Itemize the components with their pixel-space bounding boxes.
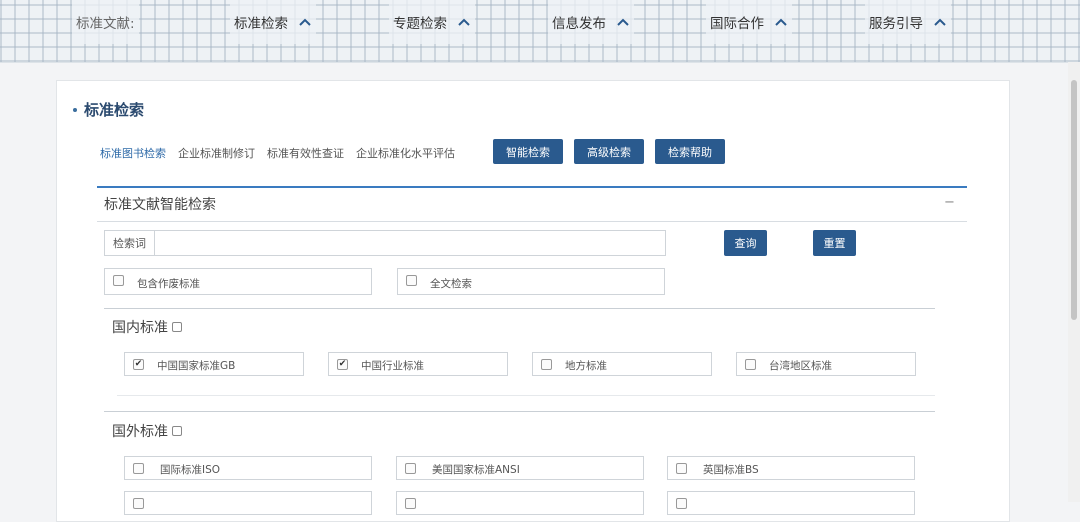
reset-button[interactable]: 重置	[813, 230, 856, 256]
option-iso[interactable]: 国际标准ISO	[124, 456, 372, 480]
option-cn-industry[interactable]: ✔ 中国行业标准	[328, 352, 508, 376]
chevron-up-icon	[775, 18, 787, 26]
option-row-partial[interactable]	[667, 491, 915, 515]
nav-item-label: 标准检索	[234, 16, 288, 32]
full-text-option[interactable]: 全文检索	[397, 268, 665, 295]
checkbox-checked[interactable]: ✔	[337, 359, 348, 370]
keyword-label: 检索词	[105, 231, 155, 255]
chevron-up-icon	[458, 18, 470, 26]
option-row-partial[interactable]	[124, 491, 372, 515]
divider	[97, 221, 967, 222]
option-row-partial[interactable]	[396, 491, 644, 515]
option-ansi[interactable]: 美国国家标准ANSI	[396, 456, 644, 480]
checkbox[interactable]	[113, 275, 124, 286]
bullet-icon	[73, 107, 77, 112]
nav-item-label: 信息发布	[552, 16, 606, 32]
keyword-input[interactable]	[159, 231, 663, 257]
foreign-standards-group: 国外标准	[112, 421, 182, 441]
checkbox[interactable]	[133, 463, 144, 474]
option-label: 英国标准BS	[703, 464, 759, 476]
option-label: 台湾地区标准	[769, 360, 832, 372]
group-title-text: 国外标准	[112, 424, 168, 440]
checkbox[interactable]	[745, 359, 756, 370]
include-obsolete-option[interactable]: 包含作废标准	[104, 268, 372, 295]
group-checkbox[interactable]	[172, 426, 182, 436]
option-label: 国际标准ISO	[160, 464, 221, 476]
tab-standard-books[interactable]: 标准图书检索	[100, 145, 166, 161]
panel-title-text: 标准检索	[84, 101, 145, 119]
smart-search-title: 标准文献智能检索	[104, 197, 216, 213]
checkbox[interactable]	[405, 498, 416, 509]
option-cn-national-gb[interactable]: ✔ 中国国家标准GB	[124, 352, 304, 376]
group-title-text: 国内标准	[112, 320, 168, 336]
advanced-search-button[interactable]: 高级检索	[574, 139, 644, 164]
nav-item-topic-search[interactable]: 专题检索	[389, 0, 475, 44]
nav-item-standard-search[interactable]: 标准检索	[230, 0, 316, 44]
scrollbar-thumb[interactable]	[1071, 80, 1077, 320]
option-label: 包含作废标准	[137, 278, 200, 290]
checkbox[interactable]	[406, 275, 417, 286]
page-scrollbar[interactable]	[1068, 62, 1080, 502]
top-navigation: 标准文献: 标准检索 专题检索 信息发布 国际合作 服务引导	[0, 0, 1080, 63]
tab-enterprise-standardization-assessment[interactable]: 企业标准化水平评估	[356, 145, 455, 161]
group-checkbox[interactable]	[172, 322, 182, 332]
nav-label: 标准文献:	[72, 0, 139, 44]
nav-item-intl-cooperation[interactable]: 国际合作	[706, 0, 792, 44]
divider	[104, 308, 935, 309]
nav-item-service-guide[interactable]: 服务引导	[865, 0, 951, 44]
chevron-up-icon	[617, 18, 629, 26]
checkbox[interactable]	[676, 498, 687, 509]
chevron-up-icon	[934, 18, 946, 26]
checkbox[interactable]	[133, 498, 144, 509]
option-label: 全文检索	[430, 278, 472, 290]
option-local-standard[interactable]: 地方标准	[532, 352, 712, 376]
option-label: 中国国家标准GB	[157, 360, 236, 372]
section-divider	[97, 186, 967, 188]
checkbox[interactable]	[405, 463, 416, 474]
option-label: 中国行业标准	[361, 360, 424, 372]
collapse-toggle[interactable]: −	[944, 195, 955, 210]
tab-enterprise-standard-revision[interactable]: 企业标准制修订	[178, 145, 255, 161]
domestic-standards-group: 国内标准	[112, 317, 182, 337]
nav-item-label: 专题检索	[393, 16, 447, 32]
divider	[104, 411, 935, 412]
option-taiwan-standard[interactable]: 台湾地区标准	[736, 352, 916, 376]
chevron-up-icon	[299, 18, 311, 26]
nav-item-label: 服务引导	[869, 16, 923, 32]
divider	[117, 395, 935, 396]
query-button[interactable]: 查询	[724, 230, 767, 256]
option-label: 美国国家标准ANSI	[432, 464, 520, 476]
nav-label-text: 标准文献:	[76, 16, 135, 32]
keyword-field: 检索词	[104, 230, 666, 257]
checkbox-checked[interactable]: ✔	[133, 359, 144, 370]
search-help-button[interactable]: 检索帮助	[655, 139, 725, 164]
checkbox[interactable]	[541, 359, 552, 370]
option-bs[interactable]: 英国标准BS	[667, 456, 915, 480]
option-label: 地方标准	[565, 360, 607, 372]
checkbox[interactable]	[676, 463, 687, 474]
tab-standard-validity-check[interactable]: 标准有效性查证	[267, 145, 344, 161]
search-panel: 标准检索 标准图书检索 企业标准制修订 标准有效性查证 企业标准化水平评估 智能…	[56, 80, 1010, 522]
smart-search-button[interactable]: 智能检索	[493, 139, 563, 164]
panel-title: 标准检索	[73, 99, 144, 120]
nav-item-label: 国际合作	[710, 16, 764, 32]
nav-item-info-release[interactable]: 信息发布	[548, 0, 634, 44]
